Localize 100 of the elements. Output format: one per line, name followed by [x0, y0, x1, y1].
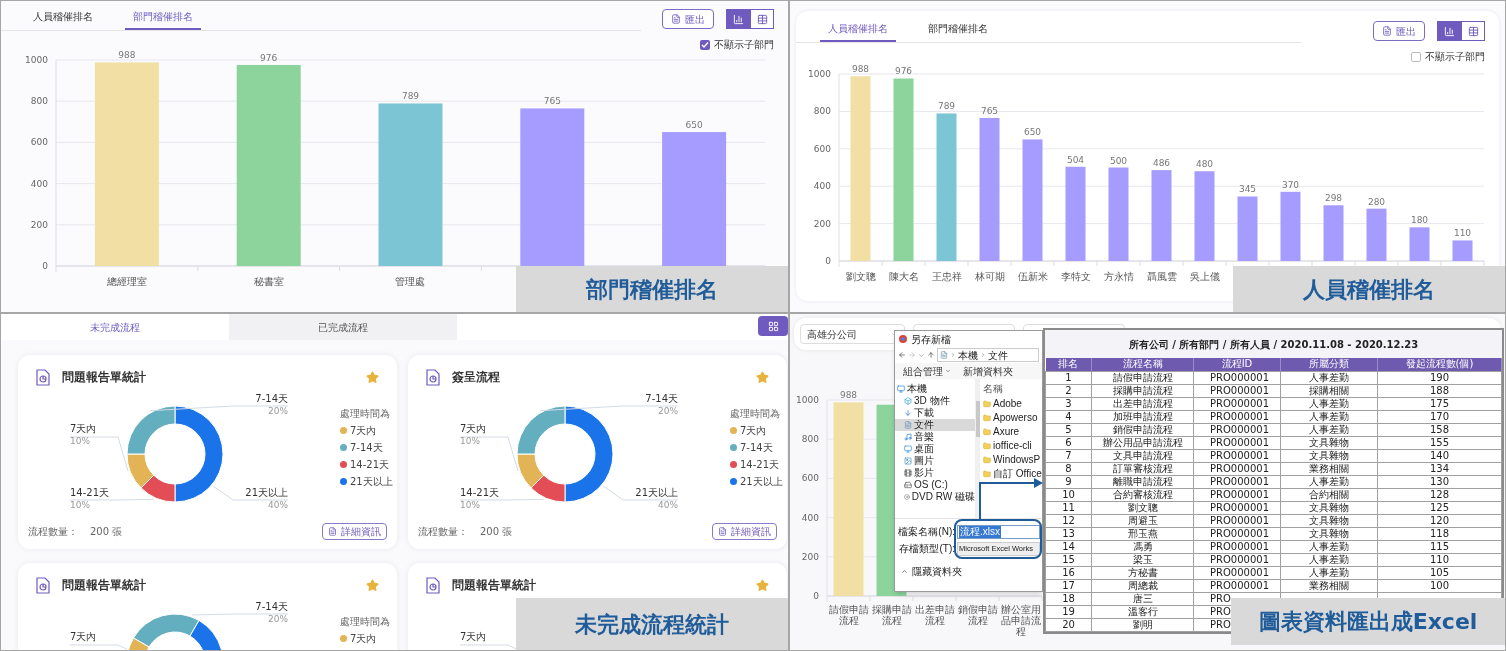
table-cell: 7 [1065, 449, 1072, 461]
axis-category-label: 劉文聰 [845, 270, 876, 284]
table-cell: 人事差勤 [1309, 397, 1349, 409]
tree-item[interactable]: 音樂 [895, 431, 975, 443]
table-cell: 105 [1429, 566, 1450, 578]
back-arrow-icon[interactable] [898, 351, 906, 359]
export-button[interactable]: 匯出 [662, 9, 714, 29]
table-cell: 溫客行 [1127, 605, 1158, 617]
table-cell: 劉文聰 [1127, 501, 1158, 513]
table-cell: 人事差勤 [1309, 371, 1349, 383]
table-cell: 13 [1062, 527, 1075, 539]
axis-category-label: 林可期 [974, 270, 1005, 284]
folder-name[interactable]: Adobe [993, 397, 1022, 410]
checkbox[interactable] [700, 39, 710, 50]
percent-label: 20% [267, 405, 288, 417]
tree-item[interactable]: 圖片 [895, 455, 975, 467]
card-title: 問題報告單統計 [62, 577, 146, 594]
caption-label: 部門稽催排名 [516, 266, 788, 312]
tab[interactable]: 部門稽催排名 [125, 9, 201, 30]
filename-field[interactable]: 流程.xlsx [957, 524, 1040, 539]
slice-label: 7天內 [460, 423, 487, 435]
folder-icon [983, 427, 991, 436]
tab[interactable]: 已完成流程 [229, 314, 457, 340]
up-arrow-icon[interactable] [927, 351, 935, 359]
value-label: 976 [260, 52, 278, 63]
legend-label: 7-14天 [350, 442, 383, 453]
tree-item[interactable]: OS (C:) [895, 479, 975, 491]
folder-name[interactable]: ioffice-cli [993, 439, 1032, 452]
table-cell: 銷假申請流程 [1112, 423, 1173, 435]
value-label: 370 [1281, 179, 1300, 190]
value-label: 110 [1453, 228, 1472, 239]
axis-tick-label: 800 [30, 96, 48, 107]
details-button[interactable]: 詳細資訊 [322, 523, 387, 540]
path-segment[interactable]: 本機 [958, 347, 978, 363]
folder-name[interactable]: WindowsP [993, 453, 1041, 466]
table-view-button[interactable] [750, 9, 774, 29]
tab[interactable]: 人員稽催排名 [820, 21, 896, 42]
drive-icon [904, 481, 912, 489]
column-header: 所屬分類 [1280, 358, 1378, 371]
axis-tick-label: 0 [825, 256, 831, 266]
document-icon [940, 351, 948, 359]
hide-folders-button[interactable]: 隱藏資料夾 [901, 564, 1042, 579]
tab[interactable]: 人員稽催排名 [25, 9, 101, 30]
table-cell: 125 [1429, 501, 1450, 513]
chart-view-button[interactable] [726, 9, 750, 29]
table-cell: PRO000001 [1210, 436, 1270, 448]
export-button[interactable]: 匯出 [1373, 21, 1425, 41]
leader-line [459, 436, 519, 472]
details-button[interactable]: 詳細資訊 [712, 523, 777, 540]
table-cell: PRO000001 [1210, 423, 1270, 435]
tab[interactable]: 部門稽催排名 [920, 21, 996, 42]
tree-item[interactable]: 影片 [895, 467, 975, 479]
toolbar-button[interactable]: 組合管理 [903, 363, 951, 379]
value-label: 765 [980, 105, 999, 116]
cube-icon [904, 397, 912, 405]
tree-item[interactable]: 下載 [895, 407, 975, 419]
value-label: 298 [1324, 193, 1343, 204]
sheet-title: 所有公司 / 所有部門 / 所有人員 / 2020.11.08 - 2020.12.23 [1045, 330, 1502, 358]
folder-name[interactable]: Axure [993, 425, 1020, 438]
grid-icon [767, 320, 779, 332]
scrollbar[interactable] [975, 379, 980, 518]
tree-item[interactable]: 桌面 [895, 443, 975, 455]
checkbox[interactable] [1411, 51, 1421, 62]
table-view-button[interactable] [1461, 21, 1485, 41]
table-cell: 130 [1429, 475, 1450, 487]
table-cell: PRO000001 [1210, 384, 1270, 396]
document-chart-icon [426, 576, 440, 594]
path-segment[interactable]: 文件 [988, 347, 1008, 363]
legend-label: 7天內 [350, 425, 377, 436]
table-cell: 加班申請流程 [1112, 410, 1173, 422]
toolbar-button[interactable]: 新增資料夾 [963, 363, 1013, 379]
chevron-icon[interactable] [918, 351, 925, 359]
tree-item[interactable]: DVD RW 磁碟 [895, 491, 975, 503]
axis-category-label: 總經理室 [106, 275, 147, 289]
table-cell: 110 [1429, 553, 1450, 565]
tree-item[interactable]: 本機 [895, 383, 975, 395]
folder-name[interactable]: 自訂 Office [993, 467, 1042, 480]
address-bar[interactable]: 本機 文件 [937, 348, 1039, 362]
grid-view-button[interactable] [758, 316, 788, 336]
star-icon[interactable] [756, 370, 769, 384]
slice-label: 7-14天 [255, 393, 288, 405]
value-label: 500 [1109, 155, 1128, 166]
tree-item[interactable]: 文件 [895, 419, 975, 431]
table-cell: 12 [1062, 514, 1075, 526]
table-cell: PRO000001 [1210, 371, 1270, 383]
star-icon[interactable] [366, 370, 379, 384]
column-header: 排名 [1045, 358, 1092, 371]
slice-label: 7天內 [70, 423, 97, 435]
tree-item[interactable]: 3D 物件 [895, 395, 975, 407]
value-label: 180 [1410, 215, 1429, 226]
folder-name[interactable]: Apowerso [993, 411, 1038, 424]
star-icon[interactable] [366, 578, 379, 592]
folder-icon [983, 455, 991, 464]
computer-icon [897, 385, 905, 393]
table-cell: 合約相關 [1309, 488, 1349, 500]
scrollbar-thumb[interactable] [975, 401, 980, 437]
chart-view-button[interactable] [1437, 21, 1461, 41]
star-icon[interactable] [756, 578, 769, 592]
table-cell: 文具雜物 [1309, 436, 1349, 448]
table-cell: 115 [1429, 540, 1450, 552]
